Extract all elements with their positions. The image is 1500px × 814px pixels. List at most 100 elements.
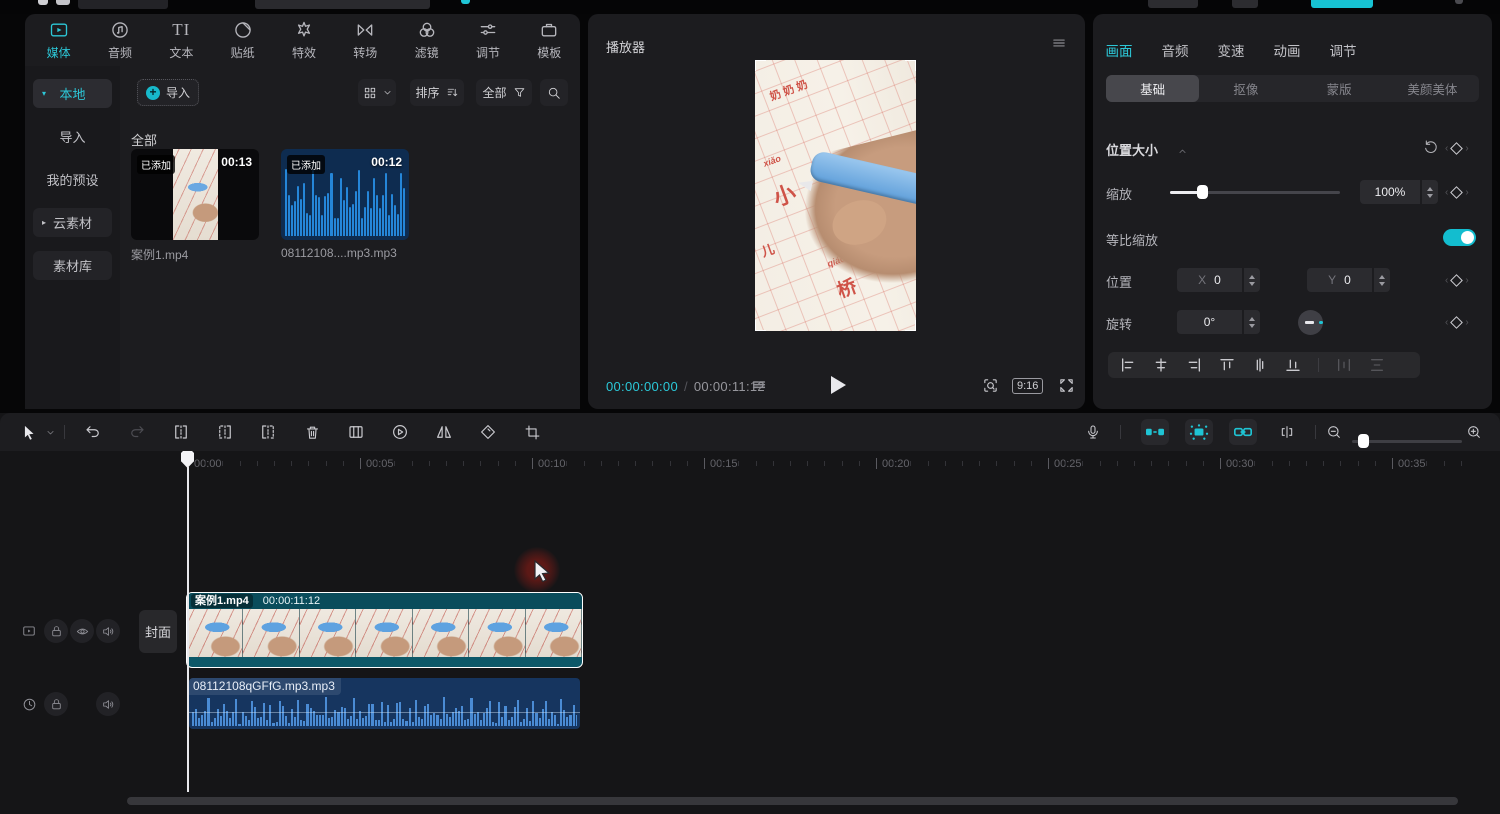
selection-handle[interactable] <box>905 60 916 71</box>
tab-filter[interactable]: 滤镜 <box>396 14 457 66</box>
media-item-audio[interactable]: 已添加 00:12 <box>281 149 409 240</box>
align-left-icon[interactable] <box>1120 357 1136 373</box>
keyframe-diamond-icon[interactable] <box>1450 274 1463 287</box>
tab-text[interactable]: TI 文本 <box>151 14 212 66</box>
rotation-dial[interactable] <box>1298 310 1323 335</box>
sidebar-item-library[interactable]: 素材库 <box>33 251 112 280</box>
auto-snap-toggle[interactable] <box>1185 419 1213 445</box>
titlebar-tab-fragment[interactable] <box>78 0 168 9</box>
subtab-basic[interactable]: 基础 <box>1106 75 1199 102</box>
uniform-scale-toggle[interactable] <box>1443 229 1476 246</box>
position-y-field[interactable]: Y 0 <box>1307 268 1372 292</box>
selection-handle[interactable] <box>905 320 916 331</box>
sidebar-item-cloud[interactable]: ▸ 云素材 <box>33 208 112 237</box>
keyframe-diamond-icon[interactable] <box>1450 186 1463 199</box>
tab-audio[interactable]: 音频 <box>89 14 150 66</box>
freeze-frame-icon[interactable] <box>346 422 366 442</box>
tab-adjust[interactable]: 调节 <box>457 14 518 66</box>
tab-media[interactable]: 媒体 <box>28 14 89 66</box>
tab-effects[interactable]: 特效 <box>273 14 334 66</box>
tab-animation[interactable]: 动画 <box>1273 40 1301 60</box>
delete-right-icon[interactable] <box>258 422 278 442</box>
keyframe-control[interactable]: ‹› <box>1445 143 1469 154</box>
keyframe-diamond-icon[interactable] <box>1450 316 1463 329</box>
fullscreen-icon[interactable] <box>1058 377 1075 394</box>
cover-button[interactable]: 封面 <box>139 610 177 653</box>
timeline-zoom-thumb[interactable] <box>1358 434 1369 448</box>
reset-icon[interactable] <box>1423 139 1439 155</box>
subtab-cutout[interactable]: 抠像 <box>1199 75 1292 102</box>
main-track-magnet-toggle[interactable] <box>1141 419 1169 445</box>
timeline-zoom-out-icon[interactable] <box>1324 422 1344 442</box>
undo-icon[interactable] <box>83 422 103 442</box>
align-bottom-icon[interactable] <box>1285 357 1301 373</box>
scale-slider[interactable] <box>1170 191 1340 194</box>
timeline-audio-clip[interactable]: 08112108qGFfG.mp3.mp3 <box>189 678 580 729</box>
window-controls-fragment[interactable] <box>1455 0 1463 4</box>
keyframe-diamond-icon[interactable] <box>1450 142 1463 155</box>
playhead-handle[interactable] <box>181 451 194 468</box>
subtab-beauty[interactable]: 美颜美体 <box>1386 75 1479 102</box>
timeline-video-clip[interactable]: 案例1.mp4 00:00:11:12 <box>186 592 583 668</box>
delete-left-icon[interactable] <box>215 422 235 442</box>
selection-handle[interactable] <box>755 320 766 331</box>
tab-transition[interactable]: 转场 <box>335 14 396 66</box>
tab-picture[interactable]: 画面 <box>1105 40 1133 60</box>
preview-quality-icon[interactable] <box>982 377 999 394</box>
select-tool-icon[interactable] <box>19 422 39 442</box>
crop-icon[interactable] <box>522 422 542 442</box>
collapse-caret-icon[interactable] <box>1178 147 1187 156</box>
audio-track-mute-icon[interactable] <box>96 692 120 716</box>
keyframe-control[interactable]: ‹› <box>1445 317 1469 328</box>
slider-thumb[interactable] <box>1197 185 1208 199</box>
tab-template[interactable]: 模板 <box>519 14 580 66</box>
tab-adjustment[interactable]: 调节 <box>1329 40 1357 60</box>
import-button[interactable]: + 导入 <box>137 79 199 106</box>
reverse-icon[interactable] <box>390 422 410 442</box>
align-center-horizontal-icon[interactable] <box>1153 357 1169 373</box>
titlebar-button-fragment[interactable] <box>1148 0 1198 8</box>
position-x-stepper[interactable] <box>1244 268 1260 292</box>
preview-pages-icon[interactable] <box>750 378 768 394</box>
titlebar-tab-fragment[interactable] <box>255 0 430 9</box>
sort-button[interactable]: 排序 <box>410 79 464 106</box>
tab-sticker[interactable]: 贴纸 <box>212 14 273 66</box>
preview-axis-icon[interactable] <box>1277 422 1297 442</box>
video-track-visibility-icon[interactable] <box>70 619 94 643</box>
playhead-line[interactable] <box>187 467 189 792</box>
scale-stepper[interactable] <box>1422 180 1438 204</box>
video-track-lock-icon[interactable] <box>44 619 68 643</box>
rotate-stepper[interactable] <box>1244 310 1260 334</box>
position-y-stepper[interactable] <box>1374 268 1390 292</box>
horizontal-scrollbar[interactable] <box>127 797 1458 805</box>
search-button[interactable] <box>540 79 568 106</box>
tab-audio-settings[interactable]: 音频 <box>1161 40 1189 60</box>
keyframe-control[interactable]: ‹› <box>1445 275 1469 286</box>
media-item-video[interactable]: 已添加 00:13 <box>131 149 259 240</box>
video-track-mute-icon[interactable] <box>96 619 120 643</box>
scale-value-field[interactable]: 100% <box>1360 180 1420 204</box>
rotate-icon[interactable] <box>478 422 498 442</box>
subtab-mask[interactable]: 蒙版 <box>1293 75 1386 102</box>
player-menu-icon[interactable] <box>1051 36 1067 50</box>
video-preview[interactable]: 奶 奶 奶 xiǎo 小 儿 qiáo 桥 <box>755 60 916 331</box>
play-button[interactable] <box>829 375 847 395</box>
audio-track-lock-icon[interactable] <box>44 692 68 716</box>
selection-handle[interactable] <box>755 60 766 71</box>
mirror-icon[interactable] <box>434 422 454 442</box>
view-mode-button[interactable] <box>358 79 396 106</box>
linkage-toggle[interactable] <box>1229 419 1257 445</box>
align-right-icon[interactable] <box>1186 357 1202 373</box>
timeline-zoom-in-icon[interactable] <box>1464 422 1484 442</box>
sidebar-item-import[interactable]: 导入 <box>33 122 112 151</box>
sidebar-item-presets[interactable]: 我的预设 <box>33 165 112 194</box>
align-center-vertical-icon[interactable] <box>1252 357 1268 373</box>
record-voiceover-icon[interactable] <box>1083 422 1103 442</box>
aspect-ratio-button[interactable]: 9:16 <box>1012 378 1043 394</box>
sidebar-item-local[interactable]: ▾ 本地 <box>33 79 112 108</box>
export-button-partial[interactable] <box>1311 0 1373 8</box>
keyframe-control[interactable]: ‹› <box>1445 187 1469 198</box>
align-top-icon[interactable] <box>1219 357 1235 373</box>
delete-icon[interactable] <box>302 422 322 442</box>
select-tool-chevron-icon[interactable] <box>40 422 60 442</box>
